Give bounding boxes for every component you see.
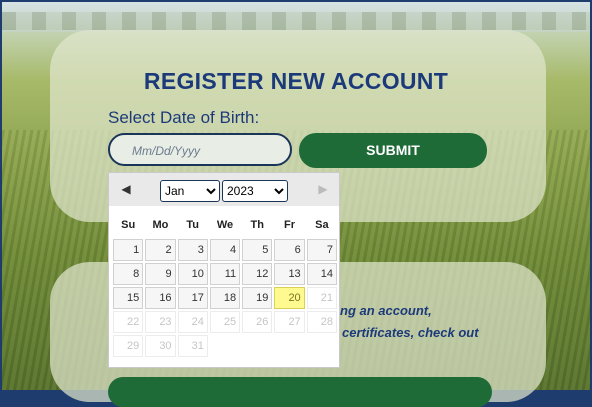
- calendar-day[interactable]: 19: [242, 287, 273, 309]
- calendar-day[interactable]: 7: [306, 239, 337, 261]
- weekday-label: Mo: [152, 219, 169, 231]
- calendar-week: 1 2 3 4 5 6 7: [113, 239, 337, 261]
- weekday-label: Sa: [315, 219, 329, 231]
- calendar-empty-cell: [274, 335, 304, 357]
- calendar-day[interactable]: 18: [209, 287, 241, 309]
- calendar-day[interactable]: 12: [242, 263, 273, 285]
- calendar-day-disabled: 29: [113, 335, 144, 357]
- calendar-day[interactable]: 1: [113, 239, 144, 261]
- calendar-empty-cell: [242, 335, 272, 357]
- submit-button[interactable]: SUBMIT: [299, 133, 487, 168]
- calendar-day-disabled: 25: [209, 311, 241, 333]
- calendar-week: 15 16 17 18 19 20 21: [113, 287, 337, 309]
- calendar-day[interactable]: 10: [177, 263, 208, 285]
- calendar-day[interactable]: 13: [274, 263, 305, 285]
- calendar-day[interactable]: 4: [209, 239, 241, 261]
- calendar-day-disabled: 31: [177, 335, 208, 357]
- dob-label: Select Date of Birth:: [108, 108, 260, 127]
- calendar-day[interactable]: 3: [177, 239, 208, 261]
- info-line-1: ng an account,: [340, 303, 432, 318]
- year-select[interactable]: 2023: [222, 180, 288, 202]
- calendar-day-disabled: 23: [145, 311, 176, 333]
- datepicker: ◀ Jan 2023 ▶ Su Mo Tu We Th Fr Sa 1 2 3: [108, 172, 340, 368]
- calendar-day[interactable]: 14: [306, 263, 337, 285]
- info-line-2: certificates, check out: [342, 325, 479, 340]
- chevron-left-icon[interactable]: ◀: [118, 181, 134, 197]
- calendar-day[interactable]: 5: [242, 239, 273, 261]
- info-text: ng an account, certificates, check out: [340, 300, 479, 344]
- weekday-label: Su: [121, 219, 136, 231]
- calendar-empty-cell: [210, 335, 240, 357]
- calendar-day-today[interactable]: 20: [274, 287, 305, 309]
- calendar-day[interactable]: 8: [113, 263, 144, 285]
- calendar-day[interactable]: 17: [177, 287, 208, 309]
- calendar-day-disabled: 24: [177, 311, 208, 333]
- calendar-day-disabled: 22: [113, 311, 144, 333]
- month-select[interactable]: Jan: [160, 180, 220, 202]
- calendar-day[interactable]: 11: [209, 263, 241, 285]
- calendar-week: 29 30 31: [113, 335, 337, 357]
- calendar-day[interactable]: 2: [145, 239, 176, 261]
- calendar-empty-cell: [307, 335, 337, 357]
- weekday-label: Fr: [284, 219, 296, 231]
- calendar-day-disabled: 26: [242, 311, 273, 333]
- calendar-day-disabled: 28: [306, 311, 337, 333]
- weekday-row: Su Mo Tu We Th Fr Sa: [113, 213, 337, 237]
- calendar-week: 22 23 24 25 26 27 28: [113, 311, 337, 333]
- treeline-background: [2, 12, 590, 30]
- calendar-day-disabled: 30: [145, 335, 176, 357]
- calendar-grid: Su Mo Tu We Th Fr Sa 1 2 3 4 5 6 7 8 9 1…: [111, 211, 339, 359]
- calendar-day[interactable]: 9: [145, 263, 176, 285]
- weekday-label: We: [216, 219, 234, 231]
- calendar-day-disabled: 21: [306, 287, 337, 309]
- bottom-button[interactable]: [108, 377, 492, 407]
- dob-input[interactable]: Mm/Dd/Yyyy: [108, 133, 292, 166]
- weekday-label: Tu: [186, 219, 200, 231]
- calendar-day-disabled: 27: [274, 311, 305, 333]
- calendar-day[interactable]: 15: [113, 287, 144, 309]
- weekday-label: Th: [250, 219, 264, 231]
- calendar-day[interactable]: 6: [274, 239, 305, 261]
- page-title: REGISTER NEW ACCOUNT: [143, 68, 449, 94]
- chevron-right-icon: ▶: [318, 182, 328, 196]
- calendar-day[interactable]: 16: [145, 287, 176, 309]
- dob-placeholder: Mm/Dd/Yyyy: [132, 144, 201, 158]
- datepicker-header: ◀ Jan 2023 ▶: [109, 173, 339, 206]
- calendar-week: 8 9 10 11 12 13 14: [113, 263, 337, 285]
